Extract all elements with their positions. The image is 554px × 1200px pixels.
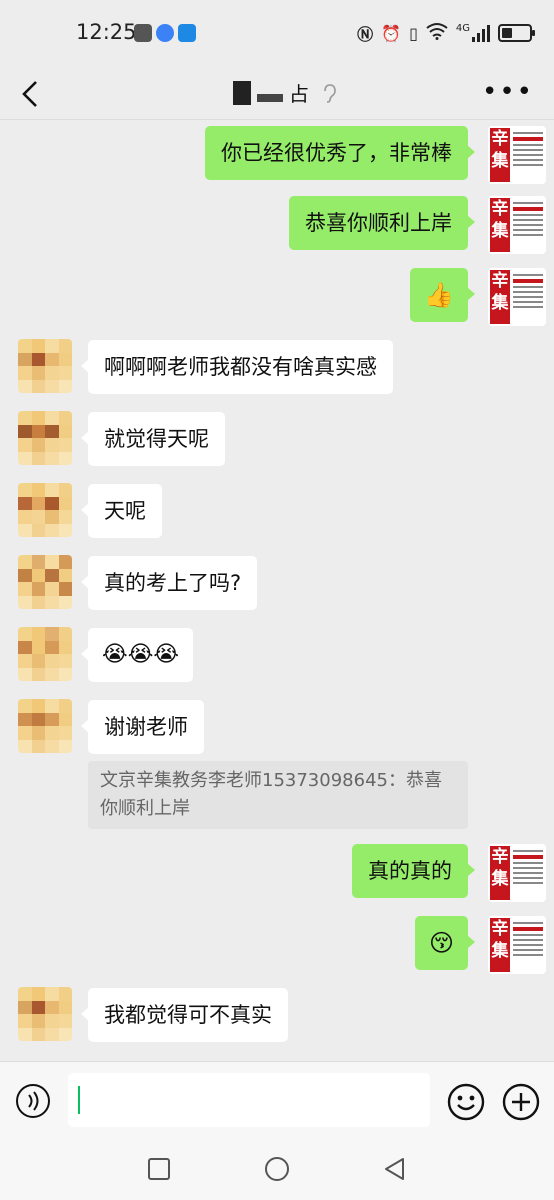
battery-icon xyxy=(498,24,535,42)
system-back-button[interactable] xyxy=(382,1156,408,1182)
contact-avatar[interactable] xyxy=(18,555,72,609)
status-bar: 12:25 Ⓝ ⏰ ▯ 4G xyxy=(0,0,554,68)
contact-avatar[interactable] xyxy=(18,411,72,465)
message-bubble[interactable]: 真的真的 xyxy=(352,844,475,898)
more-button[interactable]: ••• xyxy=(482,79,534,105)
message-bubble[interactable]: 谢谢老师 xyxy=(81,700,204,754)
title-redacted-2 xyxy=(257,93,283,102)
status-time: 12:25 xyxy=(76,20,137,44)
circle-nav-icon xyxy=(265,1157,289,1181)
home-button[interactable] xyxy=(264,1156,290,1182)
status-right-icons: Ⓝ ⏰ ▯ 4G xyxy=(357,21,535,45)
title-suffix: 占 xyxy=(289,82,309,106)
wifi-icon xyxy=(426,22,448,44)
voice-button[interactable] xyxy=(14,1082,52,1120)
message-bubble[interactable]: 真的考上了吗? xyxy=(80,556,258,610)
message-input[interactable] xyxy=(68,1073,430,1127)
square-nav-icon xyxy=(148,1158,170,1180)
alarm-icon: ⏰ xyxy=(381,23,402,43)
chat-header: 占 ••• xyxy=(0,68,554,120)
quoted-reply[interactable]: 文京辛集教务李老师15373098645：恭喜你顺利上岸 xyxy=(88,761,468,829)
recent-apps-button[interactable] xyxy=(146,1156,172,1182)
message-bubble[interactable]: 你已经很优秀了，非常棒 xyxy=(205,126,475,180)
voice-icon xyxy=(16,1084,50,1118)
input-bar xyxy=(0,1061,554,1139)
app-notification-icon xyxy=(134,24,152,42)
my-avatar[interactable]: 辛集 xyxy=(488,196,546,254)
my-avatar[interactable]: 辛集 xyxy=(488,844,546,902)
my-avatar[interactable]: 辛集 xyxy=(488,126,546,184)
message-bubble[interactable]: 恭喜你顺利上岸 xyxy=(289,196,475,250)
network-type-label: 4G xyxy=(455,22,470,34)
signal-icon xyxy=(472,24,490,42)
more-functions-button[interactable] xyxy=(501,1082,541,1122)
ear-icon xyxy=(324,83,336,103)
browser-notification-icon xyxy=(156,24,174,42)
title-redacted xyxy=(233,80,251,105)
emoji-message-bubble[interactable]: 👍 xyxy=(410,268,475,322)
nfc-icon: Ⓝ xyxy=(357,25,374,44)
chat-title: 占 xyxy=(233,78,337,107)
plus-icon xyxy=(502,1083,540,1121)
contact-avatar[interactable] xyxy=(18,699,72,753)
contact-avatar[interactable] xyxy=(18,483,72,537)
back-arrow-icon xyxy=(22,81,37,107)
contact-avatar[interactable] xyxy=(18,627,72,681)
emoji-message-bubble[interactable]: 😚 xyxy=(414,916,476,970)
my-avatar[interactable]: 辛集 xyxy=(488,916,546,974)
contact-avatar[interactable] xyxy=(18,339,72,393)
message-bubble[interactable]: 就觉得天呢 xyxy=(81,412,225,466)
more-icon: ••• xyxy=(481,77,534,107)
text-caret xyxy=(78,1086,80,1114)
my-avatar[interactable]: 辛集 xyxy=(488,268,546,326)
message-bubble[interactable]: 天呢 xyxy=(81,484,162,538)
vibrate-icon: ▯ xyxy=(409,23,418,43)
back-button[interactable] xyxy=(14,76,50,112)
emoji-message-bubble[interactable]: 😭😭😭 xyxy=(80,628,194,682)
emoji-button[interactable] xyxy=(446,1082,486,1122)
message-list[interactable]: 你已经很优秀了，非常棒 辛集 恭喜你顺利上岸 辛集 👍 辛集 啊啊啊老师我都没有… xyxy=(0,121,554,1061)
lightbulb-notification-icon xyxy=(178,24,196,42)
message-bubble[interactable]: 啊啊啊老师我都没有啥真实感 xyxy=(81,340,393,394)
emoji-icon xyxy=(447,1083,485,1121)
system-navigation-bar xyxy=(0,1139,554,1200)
contact-avatar[interactable] xyxy=(18,987,72,1041)
message-bubble[interactable]: 我都觉得可不真实 xyxy=(81,988,288,1042)
triangle-nav-icon xyxy=(385,1158,404,1180)
